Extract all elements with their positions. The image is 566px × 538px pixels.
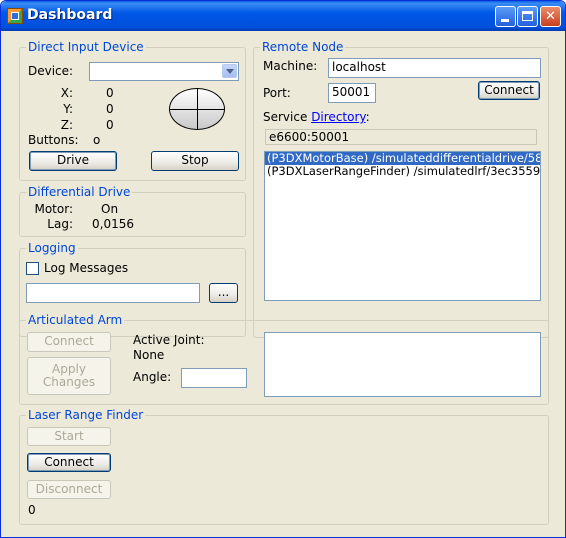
browse-button[interactable]: ... [209, 283, 238, 303]
service-label: Service [263, 110, 308, 124]
remote-connect-button[interactable]: Connect [478, 81, 540, 100]
title-bar[interactable]: Dashboard ✕ [1, 1, 565, 31]
lag-value: 0,0156 [92, 217, 134, 231]
stop-button[interactable]: Stop [151, 151, 239, 171]
dashboard-window: Dashboard ✕ Direct Input Device Device: … [0, 0, 566, 538]
joystick-pad[interactable] [169, 88, 225, 130]
log-file-input[interactable] [26, 283, 200, 303]
x-value: 0 [106, 86, 114, 100]
machine-input[interactable]: localhost [328, 58, 541, 78]
directory-link[interactable]: Directory [311, 110, 365, 124]
minimize-button[interactable] [495, 6, 516, 27]
angle-input[interactable] [181, 368, 247, 388]
drive-button[interactable]: Drive [29, 151, 117, 171]
active-joint-label: Active Joint: [133, 333, 205, 347]
lag-label: Lag: [47, 217, 73, 231]
minimize-icon [501, 19, 509, 22]
device-label: Device: [28, 64, 74, 78]
buttons-label: Buttons: [28, 133, 79, 147]
remote-node-group-title: Remote Node [260, 40, 346, 54]
services-items: (P3DXMotorBase) /simulateddifferentialdr… [265, 152, 540, 178]
port-label: Port: [263, 86, 291, 100]
logging-group-title: Logging [26, 241, 78, 255]
joystick-vertical-axis [197, 89, 198, 129]
device-dropdown-button[interactable] [222, 64, 237, 78]
service-colon: : [365, 110, 370, 124]
y-label: Y: [63, 102, 73, 116]
direct-input-group-title: Direct Input Device [26, 40, 146, 54]
log-messages-checkbox[interactable] [26, 262, 39, 275]
joint-list[interactable] [264, 332, 541, 397]
articulated-arm-group-title: Articulated Arm [26, 313, 125, 327]
maximize-button[interactable] [517, 6, 538, 27]
z-value: 0 [106, 118, 114, 132]
service-address-field: e6600:50001 [265, 129, 537, 145]
client-area: Direct Input Device Device: X: 0 Y: 0 Z:… [1, 31, 565, 537]
machine-label: Machine: [263, 59, 318, 73]
apply-changes-button[interactable]: Apply Changes [27, 357, 111, 395]
differential-drive-group-title: Differential Drive [26, 185, 133, 199]
x-label: X: [60, 86, 73, 100]
services-list[interactable]: (P3DXMotorBase) /simulateddifferentialdr… [264, 151, 541, 301]
close-icon: ✕ [545, 9, 556, 24]
laser-range-finder-group-title: Laser Range Finder [26, 408, 146, 422]
close-button[interactable]: ✕ [540, 6, 561, 27]
z-label: Z: [60, 118, 73, 132]
service-list-item[interactable]: (P3DXLaserRangeFinder) /simulatedlrf/3ec… [265, 165, 540, 178]
service-directory-label: Service Directory: [263, 110, 370, 124]
apply-changes-line2: Changes [42, 375, 96, 389]
port-input[interactable]: 50001 [328, 83, 376, 103]
motor-label: Motor: [34, 202, 73, 216]
buttons-value: o [93, 133, 101, 147]
lrf-disconnect-button[interactable]: Disconnect [27, 480, 111, 499]
maximize-icon [522, 11, 533, 21]
angle-label: Angle: [133, 370, 172, 384]
lrf-start-button[interactable]: Start [27, 427, 111, 446]
motor-value: On [101, 202, 119, 216]
window-title: Dashboard [27, 7, 113, 23]
active-joint-value: None [133, 348, 165, 362]
app-icon [7, 8, 23, 24]
chevron-down-icon [226, 69, 234, 74]
device-select[interactable] [89, 62, 239, 81]
lrf-status-value: 0 [28, 503, 36, 517]
lrf-connect-button[interactable]: Connect [27, 453, 111, 472]
y-value: 0 [106, 102, 114, 116]
arm-connect-button[interactable]: Connect [27, 332, 111, 352]
log-messages-label[interactable]: Log Messages [44, 261, 128, 275]
